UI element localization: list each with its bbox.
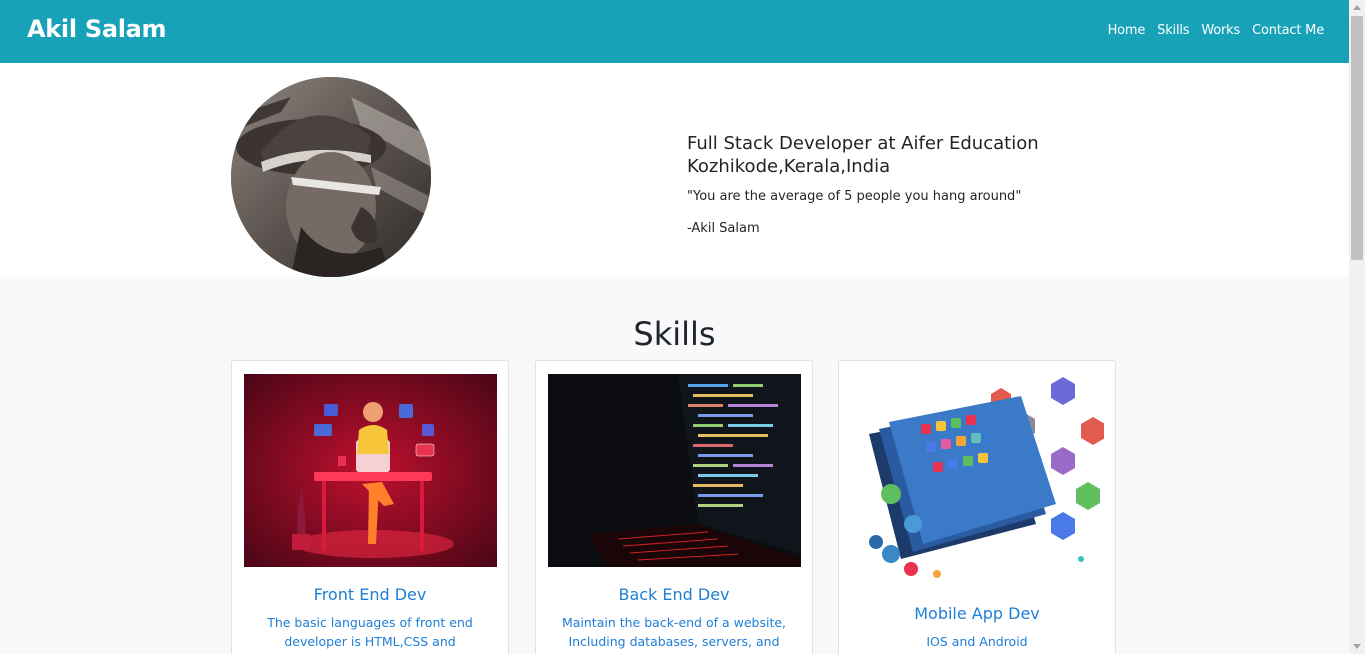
laptop-code-photo-icon <box>548 374 801 567</box>
card-title-backend[interactable]: Back End Dev <box>536 585 812 604</box>
frontend-image <box>244 374 497 567</box>
skills-heading: Skills <box>633 315 716 353</box>
front-end-developer-illustration-icon <box>244 374 497 567</box>
card-text-backend: Maintain the back-end of a website, Incl… <box>556 613 792 654</box>
card-text-backend-line1: Maintain the back-end of a website, <box>561 615 787 630</box>
nav-home[interactable]: Home <box>1102 23 1152 38</box>
hero-text: Full Stack Developer at Aifer Education … <box>687 132 1107 236</box>
nav-skills[interactable]: Skills <box>1151 23 1195 38</box>
card-text-frontend-line1: The basic languages of front end <box>267 615 473 630</box>
profile-avatar <box>231 77 431 277</box>
card-text-frontend-line2: developer is HTML,CSS and Javascript <box>284 634 456 654</box>
card-title-mobile[interactable]: Mobile App Dev <box>839 604 1115 623</box>
scrollbar[interactable] <box>1349 0 1365 654</box>
card-text-backend-line2: Including databases, servers, and apps. <box>568 634 780 654</box>
mobile-image <box>851 374 1104 586</box>
hero-title: Full Stack Developer at Aifer Education … <box>687 132 1107 178</box>
scroll-up-icon[interactable] <box>1353 5 1361 10</box>
hero-title-line1: Full Stack Developer at Aifer Education <box>687 133 1039 154</box>
card-text-mobile-line1: IOS and Android <box>926 634 1028 649</box>
scroll-down-icon[interactable] <box>1353 644 1361 649</box>
hero-quote: "You are the average of 5 people you han… <box>687 189 1022 204</box>
hero-author: -Akil Salam <box>687 221 760 236</box>
brand-logo[interactable]: Akil Salam <box>27 15 167 43</box>
skill-card-frontend: Front End Dev The basic languages of fro… <box>231 360 509 654</box>
card-text-mobile: IOS and Android <box>859 632 1095 651</box>
card-text-frontend: The basic languages of front end develop… <box>252 613 488 654</box>
hero-title-line2: Kozhikode,Kerala,India <box>687 156 891 177</box>
card-title-frontend[interactable]: Front End Dev <box>232 585 508 604</box>
mobile-apps-illustration-icon <box>851 374 1104 586</box>
navbar: Akil Salam Home Skills Works Contact Me <box>0 0 1349 63</box>
nav-contact[interactable]: Contact Me <box>1246 23 1330 38</box>
skills-section: Skills Front End Dev The basic languages… <box>0 277 1349 654</box>
backend-image <box>548 374 801 567</box>
hero-section: Full Stack Developer at Aifer Education … <box>0 63 1349 277</box>
page: Akil Salam Home Skills Works Contact Me <box>0 0 1349 654</box>
skill-card-backend: Back End Dev Maintain the back-end of a … <box>535 360 813 654</box>
nav-links: Home Skills Works Contact Me <box>1102 23 1330 38</box>
scroll-thumb[interactable] <box>1351 16 1363 260</box>
nav-works[interactable]: Works <box>1195 23 1246 38</box>
profile-photo-icon <box>231 77 431 277</box>
skill-card-mobile: Mobile App Dev IOS and Android <box>838 360 1116 654</box>
